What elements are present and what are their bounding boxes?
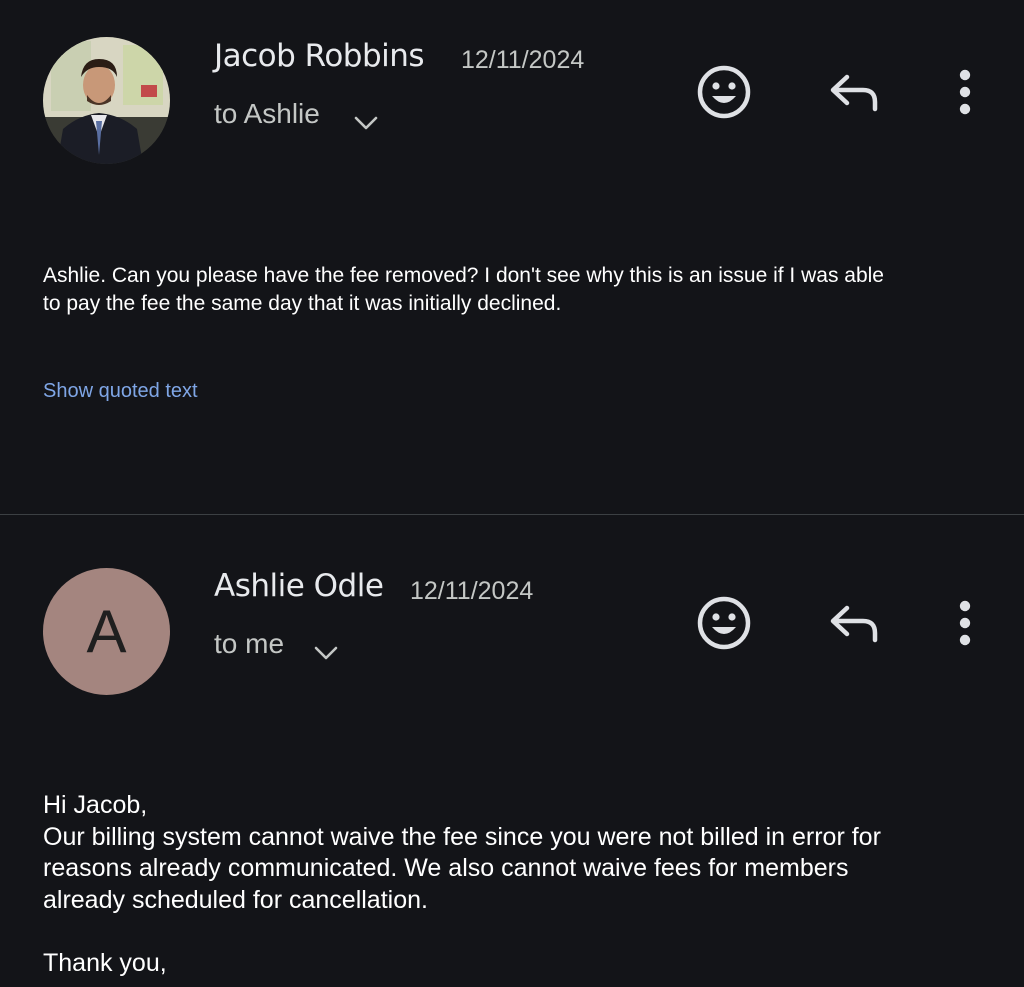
chevron-down-icon[interactable] [314,645,338,661]
body-line: Ashlie. Can you please have the fee remo… [43,264,884,287]
more-options-button[interactable] [945,592,985,654]
body-line: to pay the fee the same day that it was … [43,292,562,315]
reply-button[interactable] [823,592,885,654]
smiley-icon [697,596,751,650]
add-reaction-button[interactable] [693,61,755,123]
message-body: Hi Jacob, Our billing system cannot waiv… [43,790,983,979]
more-options-button[interactable] [945,61,985,123]
message-date: 12/11/2024 [410,577,534,605]
body-line: already scheduled for cancellation. [43,885,428,914]
sender-avatar[interactable]: 34 [43,37,170,164]
person-photo-icon: 34 [43,37,170,164]
svg-text:34: 34 [53,47,65,58]
body-line: Hi Jacob, [43,791,148,819]
reply-button[interactable] [823,61,885,123]
avatar-letter: A [86,598,127,665]
recipient-label[interactable]: to me [214,628,284,660]
show-quoted-text-link[interactable]: Show quoted text [43,380,198,403]
message-jacob-robbins: 34 Jacob Robbins 12/11/2024 to Ashlie As… [0,0,1024,514]
recipient-label[interactable]: to Ashlie [214,98,320,130]
smiley-icon [697,65,751,119]
more-vert-icon [959,69,971,115]
sender-avatar[interactable]: A [43,568,170,695]
body-line: reasons already communicated. We also ca… [43,854,849,882]
reply-arrow-icon [830,605,878,643]
chevron-down-icon[interactable] [354,115,378,131]
message-date: 12/11/2024 [461,46,585,74]
reply-arrow-icon [830,74,878,112]
sender-name: Jacob Robbins [214,38,425,74]
more-vert-icon [959,600,971,646]
sender-name: Ashlie Odle [214,568,384,604]
message-ashlie-odle: A Ashlie Odle 12/11/2024 to me Hi Jacob,… [0,515,1024,987]
add-reaction-button[interactable] [693,592,755,654]
message-body: Ashlie. Can you please have the fee remo… [43,262,983,318]
body-blank-line [43,916,983,948]
body-line: Thank you, [43,948,167,977]
body-line: Our billing system cannot waive the fee … [43,822,881,851]
